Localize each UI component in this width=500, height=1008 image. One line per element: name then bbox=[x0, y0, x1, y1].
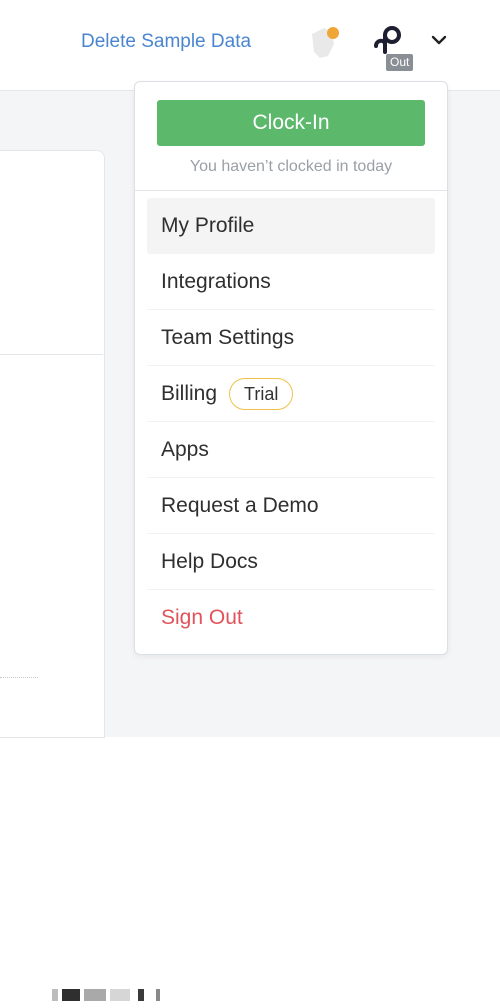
pixel-noise bbox=[110, 989, 130, 1001]
menu-item-team-settings[interactable]: Team Settings bbox=[147, 310, 435, 366]
clock-in-status-text: You haven’t clocked in today bbox=[189, 158, 393, 175]
dropdown-divider bbox=[135, 190, 447, 191]
menu-item-apps[interactable]: Apps bbox=[147, 422, 435, 478]
pixel-noise bbox=[84, 989, 106, 1001]
pixel-noise bbox=[138, 989, 144, 1001]
menu-item-help-docs[interactable]: Help Docs bbox=[147, 534, 435, 590]
menu-item-my-profile[interactable]: My Profile bbox=[147, 198, 435, 254]
notification-button[interactable] bbox=[306, 24, 342, 60]
menu-item-request-demo[interactable]: Request a Demo bbox=[147, 478, 435, 534]
status-badge: Out bbox=[386, 54, 414, 71]
top-bar: Delete Sample Data Out bbox=[0, 0, 500, 91]
card-divider bbox=[0, 354, 103, 355]
menu-item-label: Sign Out bbox=[161, 606, 243, 629]
menu-item-label: Help Docs bbox=[161, 550, 258, 573]
menu-item-label: My Profile bbox=[161, 214, 255, 237]
dropdown-menu-list: My Profile Integrations Team Settings Bi… bbox=[147, 198, 435, 645]
menu-item-sign-out[interactable]: Sign Out bbox=[147, 590, 435, 645]
menu-item-label: Apps bbox=[161, 438, 209, 461]
content-card bbox=[0, 150, 105, 738]
notification-dot bbox=[327, 27, 339, 39]
user-menu-button[interactable]: Out bbox=[370, 24, 426, 74]
clock-in-button[interactable]: Clock-In bbox=[157, 100, 425, 146]
pixel-noise bbox=[52, 989, 58, 1001]
chevron-down-icon[interactable] bbox=[430, 33, 448, 47]
pixel-noise bbox=[156, 989, 160, 1001]
menu-item-label: Request a Demo bbox=[161, 494, 319, 517]
menu-item-label: Team Settings bbox=[161, 326, 295, 349]
delete-sample-data-link[interactable]: Delete Sample Data bbox=[81, 31, 251, 53]
menu-item-label: Integrations bbox=[161, 270, 271, 293]
trial-badge: Trial bbox=[229, 377, 294, 410]
menu-item-integrations[interactable]: Integrations bbox=[147, 254, 435, 310]
dotted-separator bbox=[0, 677, 38, 678]
pixel-noise bbox=[62, 989, 80, 1001]
pipedrive-logo-icon bbox=[374, 26, 401, 54]
menu-item-billing[interactable]: Billing Trial bbox=[147, 366, 435, 422]
menu-item-label: Billing bbox=[161, 382, 218, 405]
user-dropdown-menu: Clock-In You haven’t clocked in today My… bbox=[134, 81, 448, 655]
